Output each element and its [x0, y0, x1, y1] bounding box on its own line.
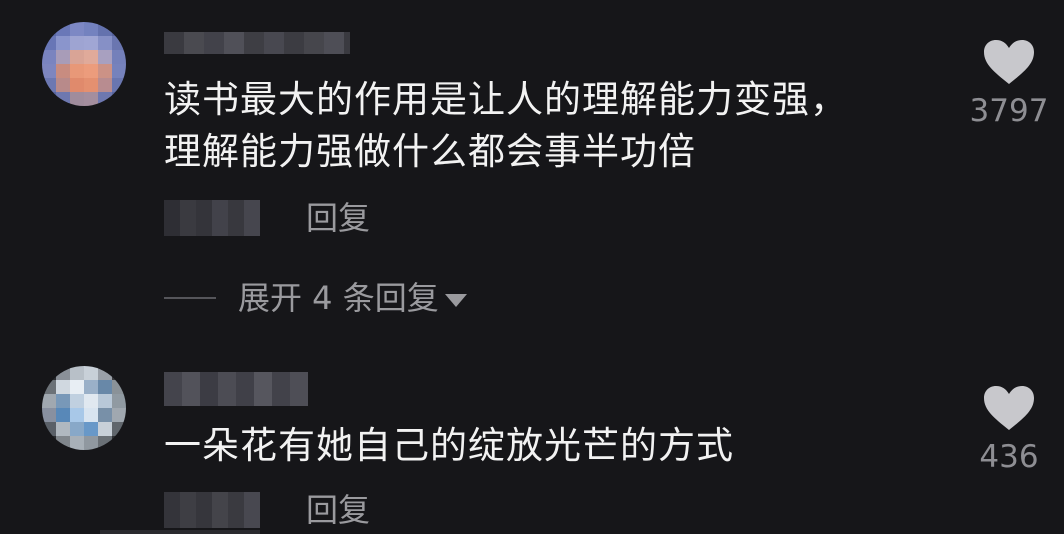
timestamp: [164, 200, 260, 236]
avatar[interactable]: [42, 366, 126, 450]
avatar[interactable]: [42, 22, 126, 106]
heart-icon: [984, 40, 1034, 84]
comment-text: 读书最大的作用是让人的理解能力变强， 理解能力强做什么都会事半功倍: [164, 74, 848, 178]
comment-text: 一朵花有她自己的绽放光芒的方式: [164, 420, 734, 472]
like-button[interactable]: 3797: [964, 40, 1054, 130]
heart-icon: [984, 386, 1034, 430]
reply-button[interactable]: 回复: [306, 490, 370, 530]
like-count: 3797: [969, 93, 1049, 129]
comment-text-line: 一朵花有她自己的绽放光芒的方式: [164, 424, 734, 467]
like-button[interactable]: 436: [964, 386, 1054, 476]
like-count: 436: [979, 439, 1039, 475]
triangle-down-icon: [444, 293, 467, 307]
divider: [164, 297, 216, 299]
expand-replies-label: 展开 4 条回复: [238, 279, 439, 317]
divider: [100, 530, 260, 534]
username[interactable]: [164, 32, 350, 54]
comment-text-line: 理解能力强做什么都会事半功倍: [164, 130, 696, 173]
expand-replies-button[interactable]: 展开 4 条回复: [164, 278, 467, 318]
timestamp: [164, 492, 260, 528]
comment-text-line: 读书最大的作用是让人的理解能力变强，: [164, 78, 848, 121]
username[interactable]: [164, 372, 308, 406]
reply-button[interactable]: 回复: [306, 198, 370, 238]
